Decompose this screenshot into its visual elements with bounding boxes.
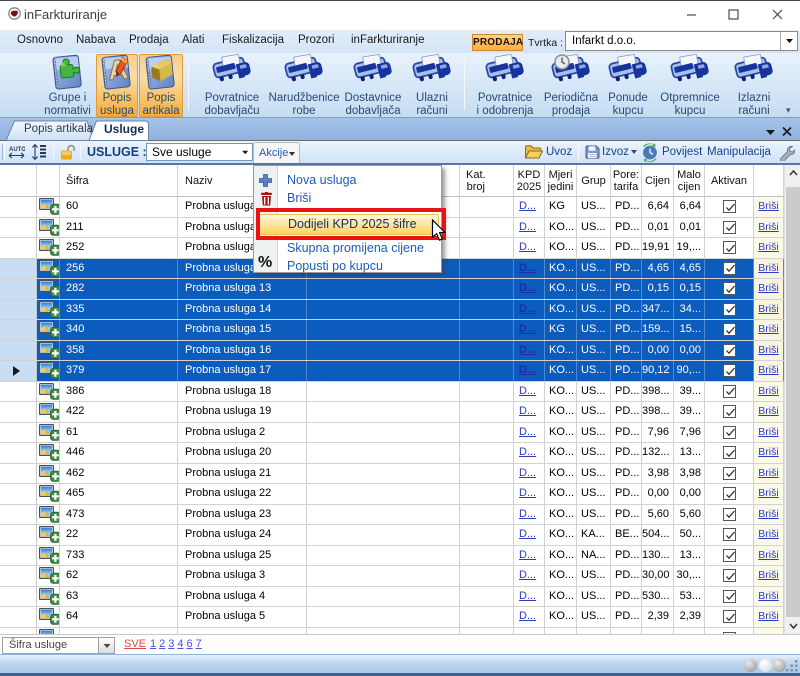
- svg-text:AUTO: AUTO: [9, 147, 25, 153]
